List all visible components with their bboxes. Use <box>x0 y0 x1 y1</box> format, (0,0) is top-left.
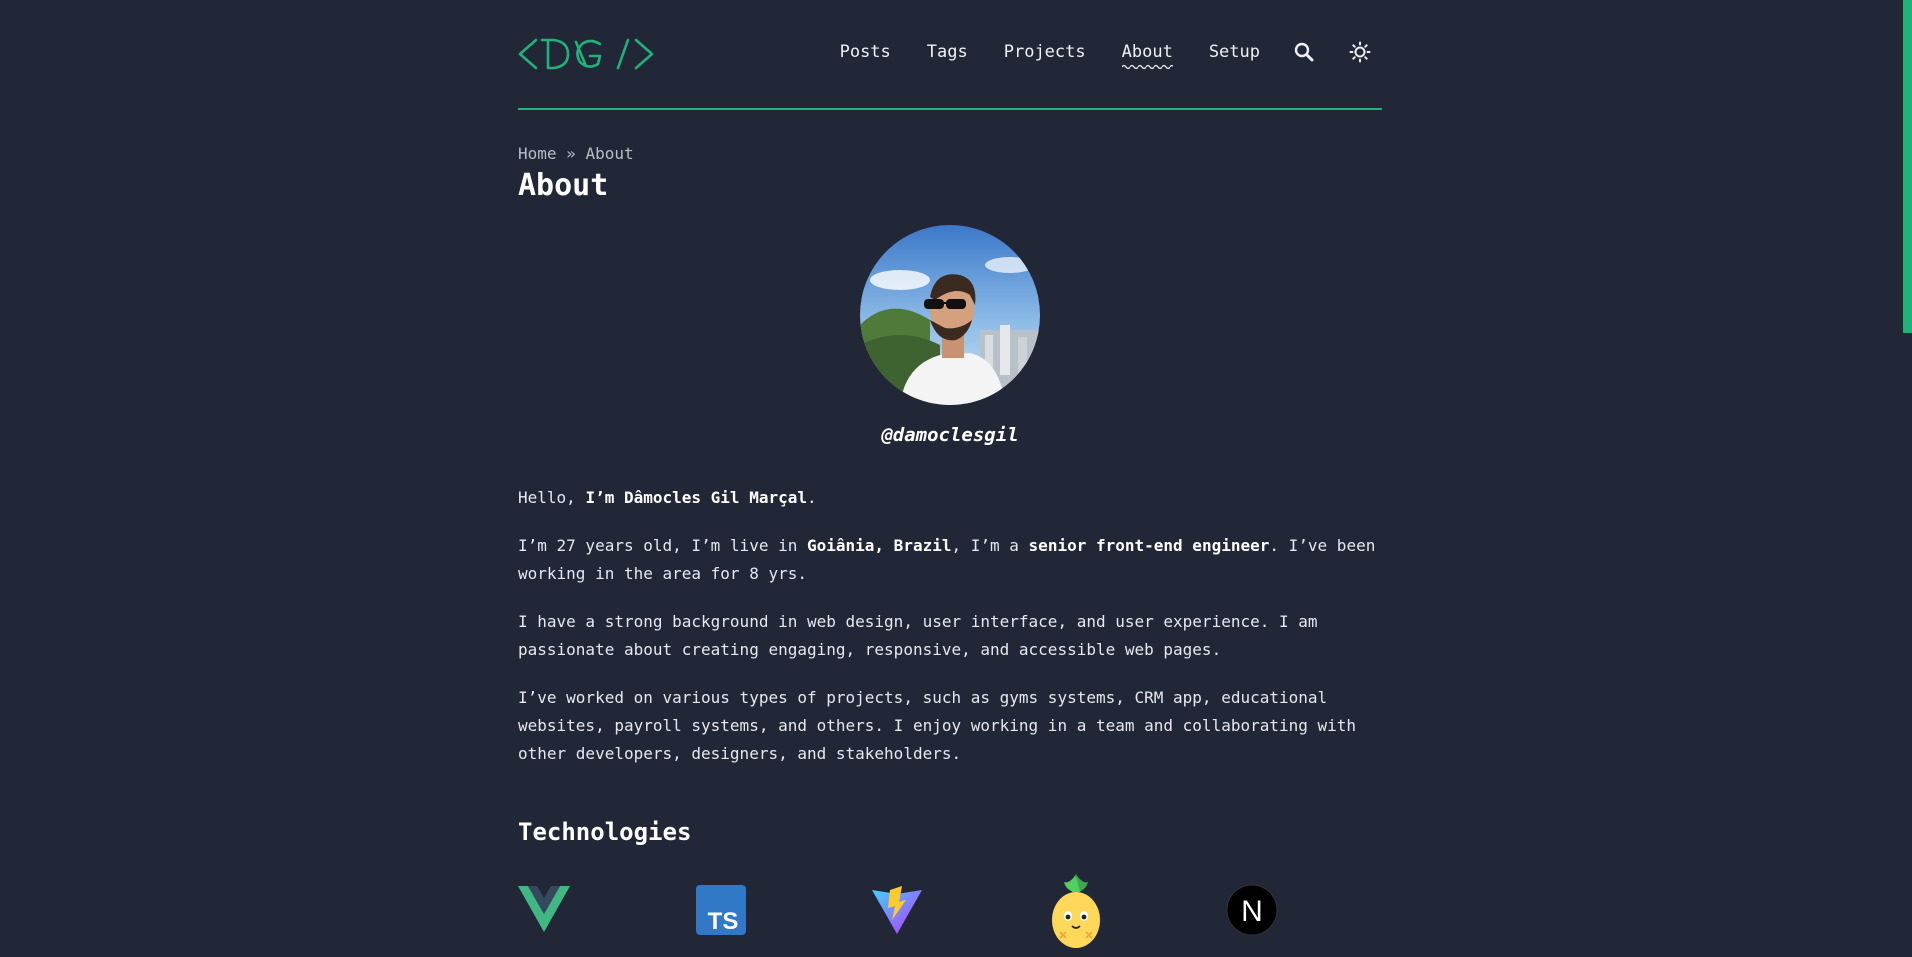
breadcrumb-home[interactable]: Home <box>518 144 557 163</box>
svg-text:N: N <box>1241 895 1263 928</box>
profile-photo <box>860 225 1040 405</box>
nextjs-icon: N <box>1226 872 1278 940</box>
breadcrumb: Home » About <box>518 144 634 163</box>
search-icon[interactable] <box>1292 40 1316 64</box>
page-title: About <box>518 168 609 203</box>
projects-paragraph: I’ve worked on various types of projects… <box>518 688 1357 763</box>
nav-posts[interactable]: Posts <box>840 40 891 64</box>
site-logo[interactable] <box>518 34 654 74</box>
theme-toggle-sun-icon[interactable] <box>1348 40 1372 64</box>
nav-about[interactable]: About <box>1121 40 1174 70</box>
nav-projects[interactable]: Projects <box>1004 40 1086 64</box>
technologies-heading: Technologies <box>518 818 692 846</box>
typescript-icon: TS <box>696 872 746 939</box>
main-nav: Posts Tags Projects About Setup <box>840 40 1372 70</box>
breadcrumb-separator: » <box>566 144 576 163</box>
user-handle: @damoclesgil <box>881 424 1019 446</box>
pinia-icon <box>1050 872 1102 952</box>
breadcrumb-current: About <box>585 144 634 163</box>
logo-icon <box>518 38 654 70</box>
avatar <box>860 225 1040 405</box>
background-paragraph: I have a strong background in web design… <box>518 612 1318 659</box>
about-content: Hello, I’m Dâmocles Gil Marçal. I’m 27 y… <box>518 484 1382 788</box>
nav-setup[interactable]: Setup <box>1209 40 1260 64</box>
bio-paragraph: I’m 27 years old, I’m live in Goiânia, B… <box>518 536 1376 583</box>
vue-icon <box>518 872 570 936</box>
intro-paragraph: Hello, I’m Dâmocles Gil Marçal. <box>518 488 817 507</box>
technologies-list: TS N <box>518 872 1382 957</box>
vite-icon <box>872 872 922 938</box>
svg-text:TS: TS <box>708 908 739 935</box>
page-wrapper: Posts Tags Projects About Setup Home » A… <box>518 0 1382 948</box>
nav-tags[interactable]: Tags <box>927 40 968 64</box>
site-header: Posts Tags Projects About Setup <box>518 0 1382 110</box>
scroll-indicator[interactable] <box>1903 0 1912 333</box>
